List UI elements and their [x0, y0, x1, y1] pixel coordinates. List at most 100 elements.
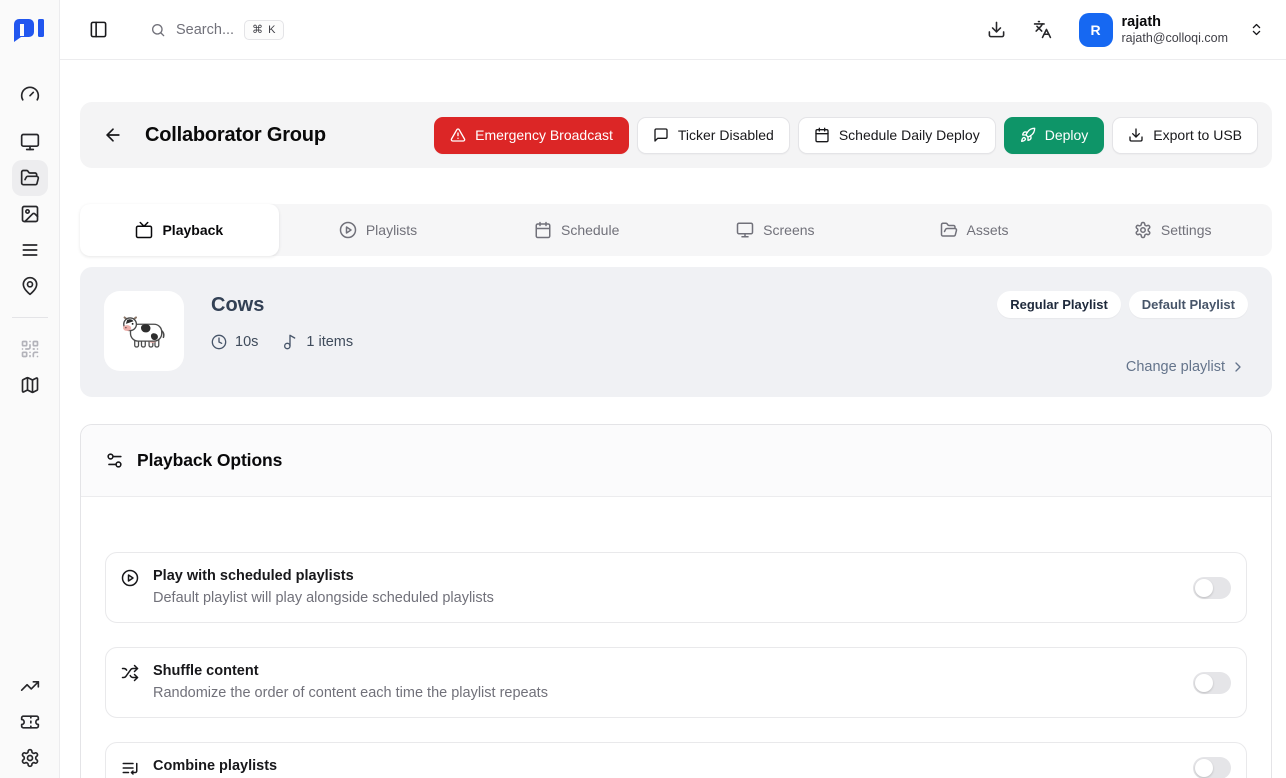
export-to-usb-button[interactable]: Export to USB	[1112, 117, 1258, 154]
sidebar-item-tickets[interactable]	[12, 704, 48, 740]
user-name: rajath	[1122, 14, 1228, 31]
user-email: rajath@colloqi.com	[1122, 31, 1228, 46]
sidebar-item-screens[interactable]	[12, 124, 48, 160]
play-with-scheduled-toggle[interactable]	[1193, 577, 1231, 599]
option-row-shuffle: Shuffle content Randomize the order of c…	[105, 647, 1247, 718]
change-playlist-link[interactable]: Change playlist	[1126, 359, 1246, 375]
clock-icon	[211, 334, 227, 350]
button-label: Deploy	[1045, 127, 1089, 143]
tab-playback[interactable]: Playback	[80, 204, 279, 256]
playlist-title: Cows	[211, 294, 353, 317]
deploy-button[interactable]: Deploy	[1004, 117, 1105, 154]
option-row-combine: Combine playlists	[105, 742, 1247, 778]
button-label: Emergency Broadcast	[475, 127, 613, 143]
tab-screens[interactable]: Screens	[676, 204, 875, 256]
play-circle-icon	[121, 569, 139, 587]
language-button[interactable]	[1029, 16, 1057, 44]
map-pin-icon	[20, 276, 40, 296]
sidebar-divider	[12, 317, 48, 318]
tab-label: Screens	[763, 222, 814, 238]
chevron-right-icon	[1230, 359, 1246, 375]
default-playlist-card: Cows 10s 1 items Regular Playlist Defaul…	[80, 267, 1272, 397]
menu-lines-icon	[20, 240, 40, 260]
button-label: Ticker Disabled	[678, 127, 774, 143]
playback-options-card: Playback Options Play with scheduled pla…	[80, 424, 1272, 778]
account-menu[interactable]: R rajath rajath@colloqi.com	[1079, 13, 1264, 47]
sidebar-item-qr[interactable]	[12, 331, 48, 367]
sidebar-item-map[interactable]	[12, 367, 48, 403]
sidebar-item-assets[interactable]	[12, 196, 48, 232]
sidebar-item-locations[interactable]	[12, 268, 48, 304]
tab-bar: Playback Playlists Schedule Screens Asse…	[80, 204, 1272, 256]
tab-assets[interactable]: Assets	[875, 204, 1074, 256]
page-title: Collaborator Group	[145, 124, 326, 147]
sidebar-item-settings[interactable]	[12, 740, 48, 776]
ticket-icon	[20, 712, 40, 732]
arrow-left-icon	[103, 125, 123, 145]
pisignage-logo-icon	[12, 18, 48, 42]
music-note-icon	[282, 334, 298, 350]
tab-label: Settings	[1161, 222, 1212, 238]
chevrons-up-down-icon	[1249, 22, 1264, 37]
avatar: R	[1079, 13, 1113, 47]
calendar-icon	[534, 221, 552, 239]
map-icon	[20, 375, 40, 395]
sidebar-item-analytics[interactable]	[12, 668, 48, 704]
tab-label: Schedule	[561, 222, 619, 238]
tab-label: Assets	[967, 222, 1009, 238]
search-placeholder: Search...	[176, 22, 234, 38]
main-content: Collaborator Group Emergency Broadcast T…	[60, 60, 1286, 778]
option-description: Default playlist will play alongside sch…	[153, 589, 494, 608]
tab-playlists[interactable]: Playlists	[279, 204, 478, 256]
search-shortcut-badge: ⌘ K	[244, 20, 284, 40]
tab-label: Playlists	[366, 222, 417, 238]
icon-sidebar	[0, 0, 60, 778]
shuffle-icon	[121, 664, 139, 682]
image-icon	[20, 204, 40, 224]
combine-playlists-toggle[interactable]	[1193, 757, 1231, 778]
monitor-icon	[736, 221, 754, 239]
message-square-icon	[653, 127, 669, 143]
alert-triangle-icon	[450, 127, 466, 143]
download-icon	[1128, 127, 1144, 143]
option-row-play-with-scheduled: Play with scheduled playlists Default pl…	[105, 552, 1247, 623]
search-input[interactable]: Search... ⌘ K	[150, 20, 284, 40]
sidebar-item-dashboard[interactable]	[12, 76, 48, 112]
sliders-icon	[105, 451, 124, 470]
tab-label: Playback	[162, 222, 223, 238]
panel-left-icon	[89, 20, 108, 39]
sidebar-toggle-button[interactable]	[84, 16, 112, 44]
regular-playlist-badge: Regular Playlist	[997, 291, 1121, 318]
folder-open-icon	[20, 168, 40, 188]
playback-options-title: Playback Options	[137, 450, 282, 471]
gear-icon	[1134, 221, 1152, 239]
app-logo[interactable]	[0, 0, 59, 60]
button-label: Schedule Daily Deploy	[839, 127, 980, 143]
default-playlist-badge: Default Playlist	[1129, 291, 1248, 318]
tv-icon	[135, 221, 153, 239]
option-title: Combine playlists	[153, 757, 277, 776]
cow-image	[117, 304, 171, 358]
ticker-disabled-button[interactable]: Ticker Disabled	[637, 117, 790, 154]
duration-value: 10s	[235, 334, 258, 350]
sidebar-item-groups[interactable]	[12, 160, 48, 196]
item-count-value: 1 items	[306, 334, 353, 350]
button-label: Export to USB	[1153, 127, 1242, 143]
gear-icon	[20, 748, 40, 768]
tab-settings[interactable]: Settings	[1073, 204, 1272, 256]
search-icon	[150, 22, 166, 38]
play-circle-icon	[339, 221, 357, 239]
folder-open-icon	[940, 221, 958, 239]
trending-up-icon	[20, 676, 40, 696]
download-button[interactable]	[983, 16, 1011, 44]
back-button[interactable]	[96, 118, 130, 152]
schedule-daily-deploy-button[interactable]: Schedule Daily Deploy	[798, 117, 996, 154]
download-icon	[987, 20, 1006, 39]
emergency-broadcast-button[interactable]: Emergency Broadcast	[434, 117, 629, 154]
option-description: Randomize the order of content each time…	[153, 684, 548, 703]
header-actions: Emergency Broadcast Ticker Disabled Sche…	[434, 117, 1258, 154]
shuffle-content-toggle[interactable]	[1193, 672, 1231, 694]
tab-schedule[interactable]: Schedule	[477, 204, 676, 256]
sidebar-item-playlists[interactable]	[12, 232, 48, 268]
list-end-icon	[121, 759, 139, 777]
